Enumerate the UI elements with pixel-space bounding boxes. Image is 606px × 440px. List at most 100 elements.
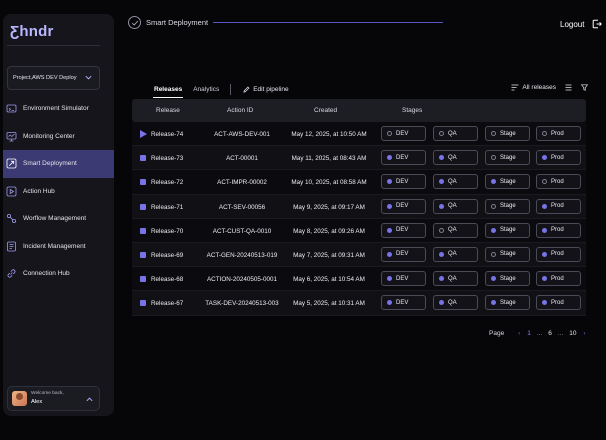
edit-pipeline-label: Edit pipeline xyxy=(253,86,289,93)
release-name[interactable]: Release-68 xyxy=(151,276,183,283)
simulator-icon xyxy=(6,103,17,114)
table-row[interactable]: Release-73 ACT-00001 May 11, 2025, at 08:4… xyxy=(132,146,586,171)
table-row[interactable]: Release-69 ACT-GEN-20240513-019 May 7, 202… xyxy=(132,242,586,268)
page-numbers: 1... 6... 10 xyxy=(524,330,579,337)
stage-badge-stage[interactable]: Stage xyxy=(485,150,530,166)
stage-badge-qa[interactable]: QA xyxy=(433,174,478,190)
table-row[interactable]: Release-74 ACT-AWS-DEV-001 May 12, 2025, a… xyxy=(132,122,586,147)
stage-badge-prod[interactable]: Prod xyxy=(536,246,581,262)
stage-badge-qa[interactable]: QA xyxy=(433,295,478,311)
brand-logo[interactable]: Ƹhndr xyxy=(10,23,54,40)
sidebar-item-incident-management[interactable]: Incident Management xyxy=(3,233,114,261)
stage-label: Prod xyxy=(551,178,564,185)
stage-badge-dev[interactable]: DEV xyxy=(381,174,426,190)
table-row[interactable]: Release-67 TASK-DEV-20240513-003 May 5, 20… xyxy=(132,291,586,316)
sidebar-item-label: Environment Simulator xyxy=(23,105,89,113)
release-name[interactable]: Release-73 xyxy=(151,155,183,162)
release-name[interactable]: Release-74 xyxy=(151,131,183,138)
stage-done-icon xyxy=(491,179,496,185)
release-name[interactable]: Release-67 xyxy=(151,300,183,307)
list-view-icon[interactable] xyxy=(565,84,572,91)
prev-page-button[interactable]: ‹ xyxy=(518,331,520,337)
stage-pending-icon xyxy=(542,131,547,136)
stage-label: Stage xyxy=(500,299,516,306)
project-select[interactable]: Project,AWS DEV Deploy xyxy=(7,66,100,90)
table-row[interactable]: Release-72 ACT-IMPR-00002 May 10, 2025, at… xyxy=(132,170,586,195)
sort-lines-icon xyxy=(511,84,519,91)
user-card[interactable]: Welcome back, Alex xyxy=(7,386,100,411)
stage-badge-dev[interactable]: DEV xyxy=(381,198,426,214)
avatar xyxy=(12,391,27,406)
sidebar-item-monitoring-center[interactable]: Monitoring Center xyxy=(3,123,114,151)
stage-label: Stage xyxy=(500,251,516,258)
release-name[interactable]: Release-71 xyxy=(151,204,183,211)
edit-pipeline-button[interactable]: Edit pipeline xyxy=(243,86,289,93)
tab-analytics[interactable]: Analytics xyxy=(193,86,219,93)
stage-badge-prod[interactable]: Prod xyxy=(536,150,581,166)
stage-badge-stage[interactable]: Stage xyxy=(485,126,530,141)
sidebar-item-worflow-management[interactable]: Worflow Management xyxy=(3,205,114,233)
stage-badge-stage[interactable]: Stage xyxy=(485,246,530,262)
created-date: May 5, 2025, at 10:31 AM xyxy=(293,300,365,308)
tab-releases[interactable]: Releases xyxy=(152,86,184,98)
table-row[interactable]: Release-70 ACT-CUST-QA-0010 May 8, 2025, a… xyxy=(132,218,586,243)
stage-badge-qa[interactable]: QA xyxy=(433,246,478,262)
page-number[interactable]: 1 xyxy=(527,330,531,337)
stage-badge-qa[interactable]: QA xyxy=(433,198,478,214)
stage-badge-prod[interactable]: Prod xyxy=(536,295,581,311)
stage-badge-stage[interactable]: Stage xyxy=(485,174,530,190)
stage-badge-stage[interactable]: Stage xyxy=(485,222,530,238)
stage-badge-dev[interactable]: DEV xyxy=(381,126,426,141)
pencil-icon xyxy=(243,86,250,93)
page-number[interactable]: 10 xyxy=(569,330,576,337)
action-id: ACT-GEN-20240513-019 xyxy=(206,251,278,259)
created-date: May 7, 2025, at 09:31 AM xyxy=(293,251,365,259)
stage-badge-qa[interactable]: QA xyxy=(433,271,478,287)
sidebar-item-environment-simulator[interactable]: Environment Simulator xyxy=(3,95,114,123)
table-row[interactable]: Release-71 ACT-SEV-00056 May 9, 2025, at 0… xyxy=(132,194,586,219)
link-icon xyxy=(6,268,17,279)
table-row[interactable]: Release-68 ACTION-20240505-0001 May 6, 202… xyxy=(132,267,586,292)
stage-badge-prod[interactable]: Prod xyxy=(536,174,581,190)
stage-label: DEV xyxy=(396,275,409,282)
stage-badge-dev[interactable]: DEV xyxy=(381,150,426,166)
all-releases-label: All releases xyxy=(522,84,556,91)
col-stages: Stages xyxy=(402,107,423,114)
stage-badge-dev[interactable]: DEV xyxy=(381,271,426,287)
stage-badge-stage[interactable]: Stage xyxy=(485,198,530,214)
stage-badge-stage[interactable]: Stage xyxy=(485,295,530,311)
sidebar-item-connection-hub[interactable]: Connection Hub xyxy=(3,260,114,288)
next-page-button[interactable]: › xyxy=(584,331,586,337)
stage-label: Prod xyxy=(551,227,564,234)
page-number[interactable]: 6 xyxy=(548,330,552,337)
stage-badge-qa[interactable]: QA xyxy=(433,222,478,238)
col-release: Release xyxy=(156,107,180,114)
stage-label: QA xyxy=(448,203,457,210)
release-name[interactable]: Release-72 xyxy=(151,179,183,186)
sidebar-item-smart-deployment[interactable]: Smart Deployment xyxy=(3,150,114,178)
stage-label: Prod xyxy=(551,251,564,258)
all-releases-filter[interactable]: All releases xyxy=(511,84,556,91)
progress-line xyxy=(213,21,443,23)
logout-icon[interactable] xyxy=(592,19,602,29)
stage-badge-prod[interactable]: Prod xyxy=(536,271,581,287)
logout-button[interactable]: Logout xyxy=(560,20,584,29)
release-name[interactable]: Release-69 xyxy=(151,252,183,259)
stage-label: Prod xyxy=(551,154,564,161)
stage-badge-dev[interactable]: DEV xyxy=(381,246,426,262)
stage-badge-dev[interactable]: DEV xyxy=(381,222,426,238)
stage-badge-prod[interactable]: Prod xyxy=(536,198,581,214)
sidebar-item-action-hub[interactable]: Action Hub xyxy=(3,178,114,206)
stage-badge-dev[interactable]: DEV xyxy=(381,295,426,311)
releases-table: Release Action ID Created Stages Release… xyxy=(132,99,586,316)
release-name[interactable]: Release-70 xyxy=(151,228,183,235)
stage-badge-qa[interactable]: QA xyxy=(433,150,478,166)
filter-icon[interactable] xyxy=(581,84,588,91)
stage-badge-prod[interactable]: Prod xyxy=(536,126,581,141)
stage-badge-prod[interactable]: Prod xyxy=(536,222,581,238)
created-date: May 11, 2025, at 08:43 AM xyxy=(291,155,367,163)
stage-badge-qa[interactable]: QA xyxy=(433,126,478,141)
stage-badge-stage[interactable]: Stage xyxy=(485,271,530,287)
created-date: May 10, 2025, at 08:58 AM xyxy=(291,179,367,187)
chevron-up-icon[interactable] xyxy=(85,395,94,404)
